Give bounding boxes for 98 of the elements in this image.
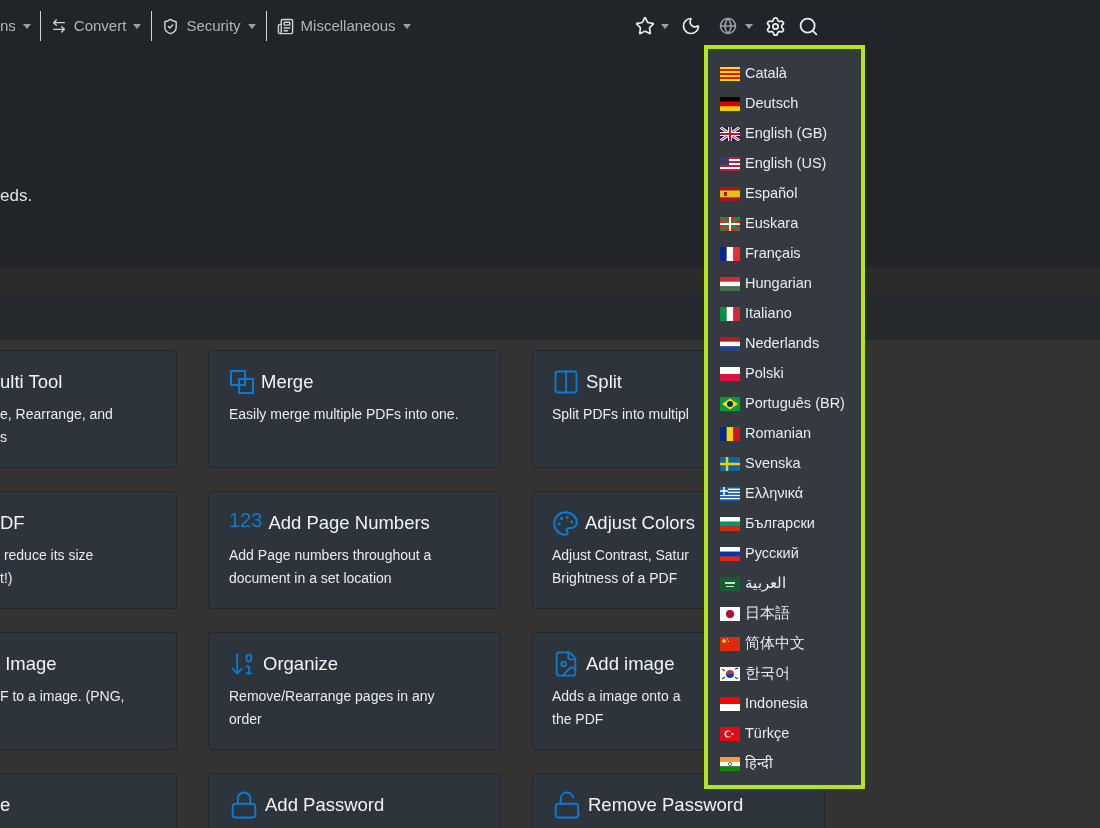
tool-title: Split (586, 370, 622, 395)
tool-card[interactable]: Organize Remove/Rearrange pages in any order (208, 632, 501, 750)
tool-card[interactable]: Add Password (208, 773, 501, 828)
caret-icon (745, 23, 753, 29)
settings-icon (765, 15, 786, 37)
tool-description: F to a image. (PNG, (0, 687, 125, 706)
favorites-button[interactable] (635, 16, 669, 36)
tool-title: Add Password (265, 793, 385, 818)
flag-icon (720, 667, 740, 681)
language-item[interactable]: Català (708, 59, 861, 89)
theme-button[interactable] (681, 16, 701, 36)
numbers-icon: 123 (229, 510, 263, 530)
tool-title: DF (0, 511, 25, 536)
flag-icon (720, 697, 740, 711)
tool-description: s (0, 428, 7, 447)
nav-menu[interactable]: ns (0, 14, 40, 38)
tool-card[interactable]: ulti Tool e, Rearrange, and s (0, 350, 177, 468)
caret-icon (247, 23, 256, 29)
language-item[interactable]: Hungarian (708, 269, 861, 299)
arrows-icon (50, 18, 67, 34)
language-item[interactable]: Español (708, 179, 861, 209)
settings-button[interactable] (765, 15, 786, 37)
caret-icon (22, 23, 31, 29)
flag-icon (720, 547, 740, 561)
tool-card[interactable]: 123 Add Page Numbers Add Page numbers throughout a document in a set location (208, 491, 501, 609)
language-item[interactable]: Italiano (708, 299, 861, 329)
tool-description: Brightness of a PDF (552, 569, 678, 588)
tool-card[interactable]: DF reduce its size t!) (0, 491, 177, 609)
tool-description: t!) (0, 569, 13, 588)
flag-icon (720, 217, 740, 231)
flag-icon (720, 637, 740, 651)
flag-icon (720, 607, 740, 621)
tool-title: Image (4, 652, 57, 677)
caret-icon (133, 23, 142, 29)
tool-title: ulti Tool (0, 370, 63, 395)
flag-icon (720, 157, 740, 171)
flag-icon (720, 457, 740, 471)
caret-icon (402, 23, 411, 29)
tool-description: Remove/Rearrange pages in any (229, 687, 435, 706)
tool-card[interactable]: e (0, 773, 177, 828)
split-square-icon (552, 368, 580, 396)
globe-icon (719, 17, 737, 35)
flag-icon (720, 67, 740, 81)
flag-icon (720, 277, 740, 291)
nav-menu[interactable]: Security (152, 14, 266, 38)
tool-description: Adds a image onto a (552, 687, 681, 706)
tool-description: reduce its size (2, 546, 94, 565)
flag-icon (720, 517, 740, 531)
flag-icon (720, 757, 740, 771)
flag-icon (720, 247, 740, 261)
tool-description: Add Page numbers throughout a (229, 546, 432, 565)
flag-icon (720, 397, 740, 411)
language-item[interactable]: English (US) (708, 149, 861, 179)
flag-icon (720, 727, 740, 741)
flag-icon (720, 487, 740, 501)
search-button[interactable] (798, 15, 819, 37)
shield-icon (162, 17, 180, 35)
tool-description: Easily merge multiple PDFs into one. (229, 405, 459, 424)
moon-icon (681, 16, 701, 36)
caret-icon (661, 23, 669, 29)
language-item[interactable]: English (GB) (708, 119, 861, 149)
tool-description: Adjust Contrast, Satur (552, 546, 689, 565)
tool-description: order (229, 710, 262, 729)
tool-title: Add image (586, 652, 675, 677)
language-item[interactable]: Deutsch (708, 89, 861, 119)
flag-icon (720, 427, 740, 441)
language-item[interactable]: Français (708, 239, 861, 269)
flag-icon (720, 97, 740, 111)
palette-icon (552, 509, 579, 537)
overlapping-squares-icon (229, 369, 255, 395)
language-button[interactable] (719, 17, 753, 35)
flag-icon (720, 577, 740, 591)
flag-icon (720, 127, 740, 141)
unlocked-icon (552, 790, 582, 820)
tool-title: Remove Password (588, 793, 744, 818)
tool-title: e (0, 793, 11, 818)
hero-text: eds. (0, 185, 33, 207)
tool-card[interactable]: Merge Easily merge multiple PDFs into one. (208, 350, 501, 468)
star-icon (635, 16, 655, 36)
nav-menu[interactable]: Miscellaneous (266, 14, 421, 38)
flag-icon (720, 337, 740, 351)
tool-description: document in a set location (229, 569, 392, 588)
tool-title: Merge (261, 370, 314, 395)
tool-card[interactable]: Image F to a image. (PNG, (0, 632, 177, 750)
flag-icon (720, 307, 740, 321)
tool-title: Add Page Numbers (268, 511, 430, 536)
tool-description: the PDF (552, 710, 604, 729)
flag-icon (720, 367, 740, 381)
lock-icon (229, 790, 259, 820)
flag-icon (720, 187, 740, 201)
tool-title: Adjust Colors (585, 511, 695, 536)
tool-description: e, Rearrange, and (0, 405, 113, 424)
list-icon (276, 17, 294, 35)
search-icon (798, 15, 819, 37)
tool-description: Split PDFs into multipl (552, 405, 689, 424)
language-item[interactable]: Euskara (708, 209, 861, 239)
nav-menu[interactable]: Convert (40, 14, 152, 38)
tool-title: Organize (263, 652, 339, 677)
